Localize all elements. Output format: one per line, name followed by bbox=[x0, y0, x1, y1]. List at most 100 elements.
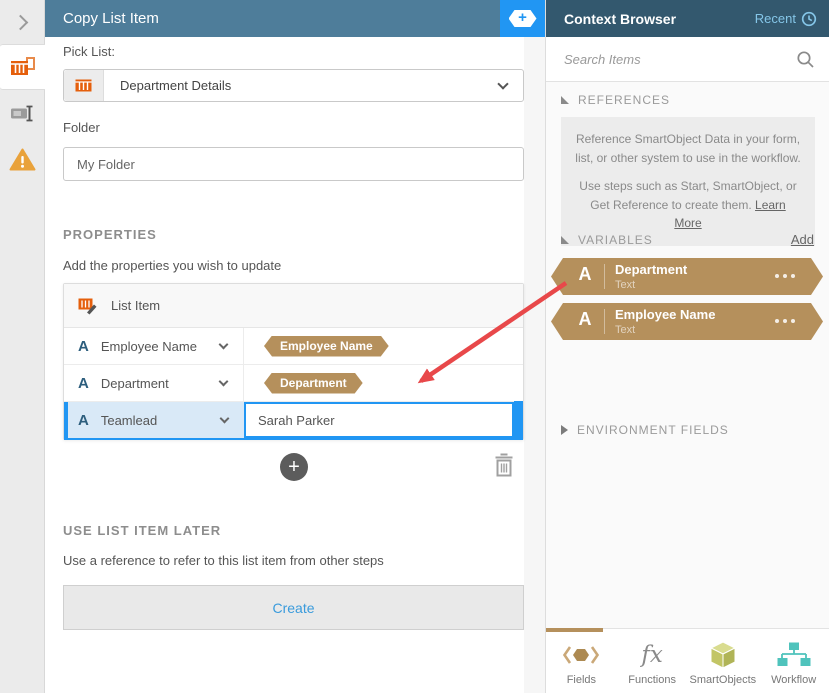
property-name: Teamlead bbox=[100, 412, 158, 428]
tab-smartobjects[interactable]: SmartObjects bbox=[688, 629, 759, 693]
properties-card: List Item A Employee Name Employee Name … bbox=[63, 283, 524, 440]
smartobject-list-icon bbox=[75, 79, 92, 92]
add-property-button[interactable]: + bbox=[280, 453, 308, 481]
collapse-triangle-icon bbox=[561, 235, 569, 244]
property-name: Department bbox=[100, 375, 169, 391]
list-item-header: List Item bbox=[64, 284, 523, 328]
plus-icon: + bbox=[288, 456, 300, 478]
references-section-header[interactable]: REFERENCES bbox=[546, 93, 829, 107]
tab-label: SmartObjects bbox=[689, 674, 757, 686]
property-value-cell[interactable]: Department bbox=[244, 365, 523, 401]
selection-bar bbox=[64, 402, 68, 438]
active-tab-indicator bbox=[546, 628, 603, 632]
rename-icon bbox=[11, 105, 33, 121]
use-later-heading: USE LIST ITEM LATER bbox=[63, 523, 222, 538]
variable-name: Department bbox=[615, 262, 688, 277]
property-name-select[interactable]: A Employee Name bbox=[64, 328, 244, 364]
context-browser-tabbar: Fields fx Functions SmartObjects Workflo… bbox=[546, 628, 829, 693]
tag-divider bbox=[604, 264, 605, 289]
list-item-edit-icon bbox=[78, 298, 97, 314]
property-name-select[interactable]: A Department bbox=[64, 365, 244, 401]
tag-plus-icon: + bbox=[508, 10, 537, 27]
variable-type: Text bbox=[615, 279, 636, 291]
variable-type: Text bbox=[615, 324, 636, 336]
ellipsis-menu-icon[interactable] bbox=[775, 274, 795, 278]
step-title: Copy List Item bbox=[63, 10, 159, 27]
variable-tag-department[interactable]: A Department Text bbox=[551, 258, 823, 295]
pick-list-dropdown[interactable]: Department Details bbox=[63, 69, 524, 102]
clock-icon bbox=[801, 11, 817, 26]
sidebar-tab-list-item[interactable] bbox=[0, 44, 45, 90]
list-item-title: List Item bbox=[111, 298, 161, 313]
app-window: Copy List Item + Pick List: Department D… bbox=[0, 0, 829, 693]
property-row: A Employee Name Employee Name bbox=[64, 328, 523, 365]
tab-label: Functions bbox=[628, 674, 676, 686]
step-header: Copy List Item bbox=[45, 0, 500, 37]
property-row-selected: A Teamlead bbox=[64, 401, 523, 440]
properties-description: Add the properties you wish to update bbox=[63, 258, 282, 273]
fields-icon bbox=[562, 638, 600, 672]
references-heading: REFERENCES bbox=[578, 93, 671, 107]
pick-list-iconcell bbox=[64, 70, 104, 101]
add-reference-button[interactable]: + bbox=[500, 0, 545, 37]
chevron-down-icon bbox=[218, 376, 229, 386]
variable-name: Employee Name bbox=[615, 307, 716, 322]
expand-triangle-icon bbox=[561, 425, 568, 435]
context-browser-header: Context Browser Recent bbox=[546, 0, 829, 37]
tab-label: Workflow bbox=[771, 674, 817, 686]
tab-workflow[interactable]: Workflow bbox=[758, 629, 829, 693]
text-type-icon: A bbox=[578, 264, 592, 284]
add-variable-link[interactable]: Add bbox=[791, 232, 814, 247]
left-toolbar bbox=[0, 0, 45, 693]
create-reference-button[interactable]: Create bbox=[63, 585, 524, 630]
folder-label: Folder bbox=[63, 120, 100, 135]
property-value-input[interactable] bbox=[244, 402, 514, 438]
text-type-icon: A bbox=[78, 337, 89, 355]
variables-heading: VARIABLES bbox=[578, 232, 653, 247]
search-input[interactable] bbox=[546, 51, 796, 67]
search-icon-wrap[interactable] bbox=[796, 50, 829, 69]
input-drag-handle[interactable] bbox=[514, 401, 523, 440]
references-info-line2: Use steps such as Start, SmartObject, or… bbox=[579, 179, 797, 231]
scroll-track[interactable] bbox=[524, 37, 545, 693]
folder-input[interactable] bbox=[63, 147, 524, 181]
recent-link[interactable]: Recent bbox=[755, 11, 817, 27]
environment-fields-section-header[interactable]: ENVIRONMENT FIELDS bbox=[546, 423, 829, 437]
tab-functions[interactable]: fx Functions bbox=[617, 629, 688, 693]
use-later-description: Use a reference to refer to this list it… bbox=[63, 553, 384, 568]
references-info-box: Reference SmartObject Data in your form,… bbox=[561, 117, 815, 246]
pick-list-value: Department Details bbox=[120, 78, 232, 93]
recent-label: Recent bbox=[754, 11, 796, 26]
environment-fields-heading: ENVIRONMENT FIELDS bbox=[577, 423, 729, 437]
chevron-down-icon bbox=[497, 78, 509, 90]
context-browser-panel: Context Browser Recent REFERENCES bbox=[545, 0, 829, 693]
workflow-icon bbox=[777, 638, 811, 672]
tag-divider bbox=[604, 309, 605, 334]
trash-icon bbox=[495, 453, 513, 477]
property-name-select[interactable]: A Teamlead bbox=[64, 402, 244, 438]
functions-icon: fx bbox=[641, 641, 663, 668]
chevron-down-icon bbox=[219, 413, 230, 423]
property-name: Employee Name bbox=[100, 338, 197, 354]
text-type-icon: A bbox=[578, 309, 592, 329]
sidebar-tab-rename[interactable] bbox=[0, 90, 45, 136]
step-config-panel: Pick List: Department Details Folder PRO… bbox=[45, 37, 545, 693]
context-browser-title: Context Browser bbox=[564, 10, 677, 27]
pick-list-label: Pick List: bbox=[63, 44, 116, 59]
sidebar-tab-warnings[interactable] bbox=[0, 136, 45, 182]
value-tag[interactable]: Employee Name bbox=[264, 336, 389, 357]
smartobjects-icon bbox=[708, 638, 738, 672]
search-bar bbox=[546, 37, 829, 82]
ellipsis-menu-icon[interactable] bbox=[775, 319, 795, 323]
expand-panel-button[interactable] bbox=[0, 0, 44, 44]
warning-icon bbox=[9, 148, 36, 170]
variable-tag-employee-name[interactable]: A Employee Name Text bbox=[551, 303, 823, 340]
delete-property-button[interactable] bbox=[492, 452, 516, 480]
value-tag[interactable]: Department bbox=[264, 373, 363, 394]
chevron-right-icon bbox=[12, 14, 28, 30]
tab-fields[interactable]: Fields bbox=[546, 629, 617, 693]
property-value-cell[interactable]: Employee Name bbox=[244, 328, 523, 364]
text-type-icon: A bbox=[78, 374, 89, 392]
variables-section-header[interactable]: VARIABLES Add bbox=[546, 232, 829, 247]
collapse-triangle-icon bbox=[561, 96, 569, 104]
